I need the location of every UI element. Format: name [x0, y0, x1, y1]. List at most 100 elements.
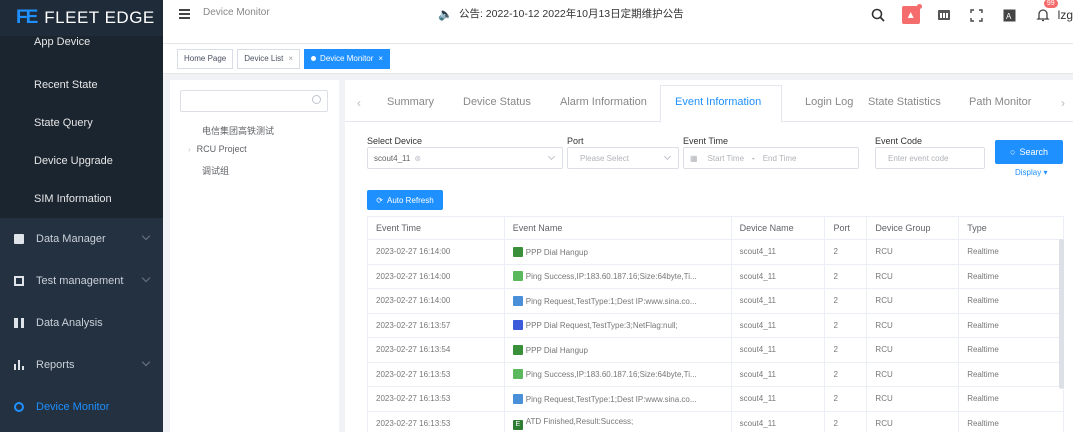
sidebar-item-reports[interactable]: Reports — [0, 344, 163, 386]
table-row[interactable]: 2023-02-27 16:13:57 PPP Dial Request,Test… — [367, 312, 1064, 338]
sidebar-item-device-monitor[interactable]: Device Monitor — [0, 386, 163, 428]
event-code-input[interactable]: Enter event code — [875, 147, 985, 169]
tree-node-debug-group[interactable]: 调试组 — [202, 164, 229, 177]
event-name-text: Ping Request,TestType:1;Dest IP:www.sina… — [525, 394, 697, 404]
tree-node-rcu-project[interactable]: › RCU Project — [188, 144, 247, 154]
chevron-down-icon — [141, 231, 151, 241]
tab-path-monitor[interactable]: Path Monitor — [969, 96, 1031, 108]
column-header[interactable]: Type — [958, 216, 1064, 240]
sidebar-item-label: Reports — [36, 359, 75, 371]
message-icon[interactable] — [935, 6, 953, 24]
search-button-label: Search — [1019, 147, 1048, 157]
table-row[interactable]: 2023-02-27 16:14:00 Ping Request,TestType… — [367, 288, 1064, 314]
cell-device-name: scout4_11 — [730, 263, 826, 289]
table-row[interactable]: 2023-02-27 16:14:00 Ping Success,IP:183.6… — [367, 263, 1064, 289]
cell-event-name: Ping Request,TestType:1;Dest IP:www.sina… — [503, 386, 732, 412]
table-scrollbar[interactable] — [1059, 239, 1064, 389]
sidebar-item-label: Data Analysis — [36, 317, 103, 329]
tag-label: Device Monitor — [320, 54, 374, 63]
tag-home-page[interactable]: Home Page — [177, 48, 234, 69]
bell-icon[interactable]: 99 — [1034, 0, 1058, 24]
column-header[interactable]: Event Name — [503, 216, 732, 240]
cell-type: Realtime — [958, 263, 1064, 289]
select-device-label: Select Device — [367, 136, 423, 146]
cell-event-time: 2023-02-27 16:13:54 — [367, 337, 505, 363]
cell-event-name: PPP Dial Request,TestType:3;NetFlag:null… — [503, 312, 732, 338]
finished-icon: E — [512, 419, 523, 430]
select-device-value: scout4_11 — [374, 153, 411, 163]
announcement-text: 公告: 2022-10-12 2022年10月13日定期维护公告 — [458, 8, 684, 20]
sidebar-item-device-upgrade[interactable]: Device Upgrade — [0, 142, 163, 180]
cell-device-name: scout4_11 — [730, 386, 826, 412]
column-header[interactable]: Device Name — [730, 216, 826, 240]
column-header[interactable]: Device Group — [866, 216, 960, 240]
column-header[interactable]: Event Time — [367, 216, 505, 240]
search-icon[interactable] — [869, 6, 887, 24]
sidebar-item-label: Device Monitor — [36, 401, 110, 413]
caret-right-icon[interactable]: › — [188, 145, 191, 154]
dial-request-icon — [512, 320, 523, 331]
tab-login-log[interactable]: Login Log — [805, 96, 853, 108]
sidebar-item-recent-state[interactable]: Recent State — [0, 66, 163, 104]
search-button[interactable]: ○ Search — [995, 140, 1063, 164]
tag-device-list[interactable]: Device List × — [237, 48, 301, 69]
active-dot-icon — [311, 56, 317, 61]
table-row[interactable]: 2023-02-27 16:13:53 Ping Request,TestType… — [367, 386, 1064, 412]
table-row[interactable]: 2023-02-27 16:13:54 PPP Dial Hangup scout4… — [367, 337, 1064, 363]
cell-device-group: RCU — [866, 263, 960, 289]
auto-refresh-button[interactable]: ⟳ Auto Refresh — [367, 190, 443, 210]
bar-chart-icon — [14, 360, 24, 370]
search-icon — [312, 95, 321, 104]
table-row[interactable]: 2023-02-27 16:13:53 E ATD Finished,Result:… — [367, 410, 1064, 432]
tab-event-information[interactable]: Event Information — [675, 96, 761, 108]
fullscreen-icon[interactable] — [968, 6, 986, 24]
sidebar-item-label: Test management — [36, 275, 124, 287]
cell-port: 2 — [824, 263, 868, 289]
table-row[interactable]: 2023-02-27 16:14:00 PPP Dial Hangup scout4… — [367, 239, 1064, 265]
sidebar-item-data-analysis[interactable]: Data Analysis — [0, 302, 163, 344]
cell-device-name: scout4_11 — [730, 288, 826, 314]
tree-search-input[interactable] — [180, 90, 328, 112]
header-toolbar: ▲ A 99 lzg — [854, 0, 1073, 30]
display-toggle[interactable]: Display ▾ — [1015, 168, 1047, 177]
close-icon[interactable]: × — [288, 54, 293, 63]
tag-label: Home Page — [184, 54, 227, 63]
menu-toggle-icon[interactable] — [179, 9, 190, 21]
dial-icon — [512, 344, 523, 355]
sidebar-item-test-management[interactable]: Test management — [0, 260, 163, 302]
sidebar-item-data-manager[interactable]: Data Manager — [0, 218, 163, 260]
port-select[interactable]: Please Select — [567, 147, 679, 169]
close-icon[interactable]: × — [378, 54, 383, 63]
cell-device-group: RCU — [866, 361, 960, 387]
font-size-icon[interactable]: A — [1001, 6, 1019, 24]
cell-port: 2 — [824, 288, 868, 314]
brand-logo[interactable]: FE FLEET EDGE — [0, 0, 163, 36]
column-header[interactable]: Port — [824, 216, 868, 240]
announcement[interactable]: 🔈 公告: 2022-10-12 2022年10月13日定期维护公告 — [438, 6, 684, 21]
event-time-range[interactable]: ▦ Start Time - End Time — [683, 147, 859, 169]
home-alert-icon[interactable]: ▲ — [901, 6, 920, 24]
user-name[interactable]: lzg — [1058, 8, 1073, 22]
cell-event-name: Ping Request,TestType:1;Dest IP:www.sina… — [503, 288, 732, 314]
cell-type: Realtime — [958, 288, 1064, 314]
cell-device-name: scout4_11 — [730, 312, 826, 338]
table-row[interactable]: 2023-02-27 16:13:53 Ping Success,IP:183.6… — [367, 361, 1064, 387]
sidebar-item-state-query[interactable]: State Query — [0, 104, 163, 142]
tag-device-monitor[interactable]: Device Monitor × — [304, 48, 391, 69]
cell-event-time: 2023-02-27 16:14:00 — [367, 263, 505, 289]
sidebar-item-app-device[interactable]: App Device — [0, 36, 163, 66]
select-device-dropdown[interactable]: scout4_11 ⊗ — [367, 147, 563, 169]
sidebar-item-sim-information[interactable]: SIM Information — [0, 180, 163, 218]
tree-node-group[interactable]: 电信集团高铁测试 — [202, 124, 274, 137]
clear-icon[interactable]: ⊗ — [414, 154, 421, 163]
tab-summary[interactable]: Summary — [387, 96, 434, 108]
tab-scroll-left-icon[interactable]: ‹ — [357, 96, 361, 110]
tab-device-status[interactable]: Device Status — [463, 96, 531, 108]
search-icon: ○ — [1010, 147, 1016, 157]
main-menu: Data Manager Test management Data Analys… — [0, 218, 163, 428]
cell-device-name: scout4_11 — [730, 361, 826, 387]
tab-alarm-information[interactable]: Alarm Information — [560, 96, 647, 108]
tab-scroll-right-icon[interactable]: › — [1061, 96, 1065, 110]
tab-state-statistics[interactable]: State Statistics — [868, 96, 941, 108]
event-code-label: Event Code — [875, 136, 923, 146]
